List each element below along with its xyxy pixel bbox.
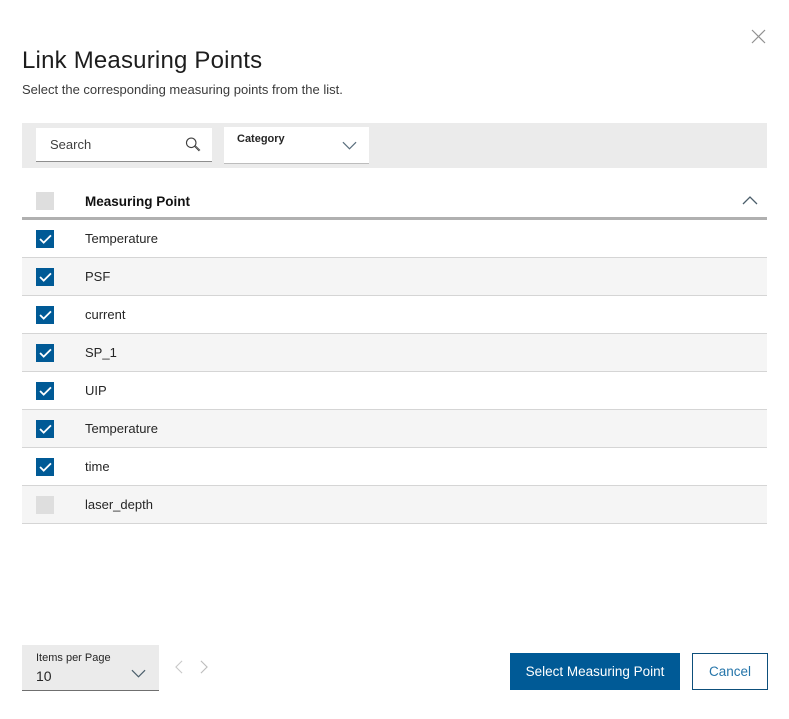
check-icon <box>38 424 52 434</box>
search-icon <box>184 136 201 153</box>
close-button[interactable] <box>748 26 768 46</box>
cancel-button[interactable]: Cancel <box>692 653 768 690</box>
measuring-point-name: laser_depth <box>85 497 153 512</box>
collapse-table-control[interactable] <box>742 196 758 205</box>
search-input[interactable] <box>36 137 184 152</box>
check-icon <box>38 348 52 358</box>
measuring-point-name: SP_1 <box>85 345 117 360</box>
chevron-down-icon <box>131 669 146 678</box>
chevron-left-icon <box>175 660 183 674</box>
table-row[interactable]: laser_depth <box>22 486 767 524</box>
row-checkbox[interactable] <box>36 267 54 286</box>
check-icon <box>38 272 52 282</box>
measuring-point-name: UIP <box>85 383 107 398</box>
row-checkbox[interactable] <box>36 305 54 324</box>
table-body: Temperature PSF current SP_1 UIP Tempera… <box>22 220 767 524</box>
select-measuring-point-button[interactable]: Select Measuring Point <box>510 653 680 690</box>
row-checkbox[interactable] <box>36 419 54 438</box>
row-checkbox[interactable] <box>36 495 54 514</box>
table-row[interactable]: current <box>22 296 767 334</box>
table-header-row: Measuring Point <box>22 185 767 220</box>
measuring-point-name: PSF <box>85 269 111 284</box>
table-row[interactable]: Temperature <box>22 410 767 448</box>
table-row[interactable]: Temperature <box>22 220 767 258</box>
next-page-button[interactable] <box>198 660 210 674</box>
measuring-point-name: Temperature <box>85 231 158 246</box>
chevron-right-icon <box>200 660 208 674</box>
measuring-points-table: Measuring Point Temperature PSF current … <box>22 185 767 524</box>
category-dropdown[interactable]: Category <box>224 127 369 164</box>
close-icon <box>751 29 765 43</box>
table-row[interactable]: time <box>22 448 767 486</box>
row-checkbox[interactable] <box>36 229 54 248</box>
select-all-checkbox[interactable] <box>36 192 54 210</box>
items-per-page-label: Items per Page <box>36 652 111 664</box>
search-field[interactable] <box>36 128 212 162</box>
measuring-point-name: time <box>85 459 110 474</box>
dialog-title: Link Measuring Points <box>22 47 263 74</box>
row-checkbox[interactable] <box>36 457 54 476</box>
table-row[interactable]: PSF <box>22 258 767 296</box>
table-row[interactable]: SP_1 <box>22 334 767 372</box>
measuring-point-name: current <box>85 307 126 322</box>
previous-page-button[interactable] <box>173 660 185 674</box>
check-icon <box>38 310 52 320</box>
dialog-subtitle: Select the corresponding measuring point… <box>22 82 343 97</box>
pagination <box>173 660 210 674</box>
row-checkbox[interactable] <box>36 343 54 362</box>
check-icon <box>38 234 52 244</box>
table-row[interactable]: UIP <box>22 372 767 410</box>
items-per-page-select[interactable]: Items per Page 10 <box>22 645 159 691</box>
filter-toolbar: Category <box>22 123 767 168</box>
chevron-down-icon <box>342 141 357 150</box>
items-per-page-value: 10 <box>36 668 52 684</box>
check-icon <box>38 386 52 396</box>
category-label: Category <box>237 133 285 145</box>
check-icon <box>38 462 52 472</box>
column-header-measuring-point: Measuring Point <box>85 193 191 209</box>
measuring-point-name: Temperature <box>85 421 158 436</box>
row-checkbox[interactable] <box>36 381 54 400</box>
chevron-up-icon <box>742 196 758 205</box>
